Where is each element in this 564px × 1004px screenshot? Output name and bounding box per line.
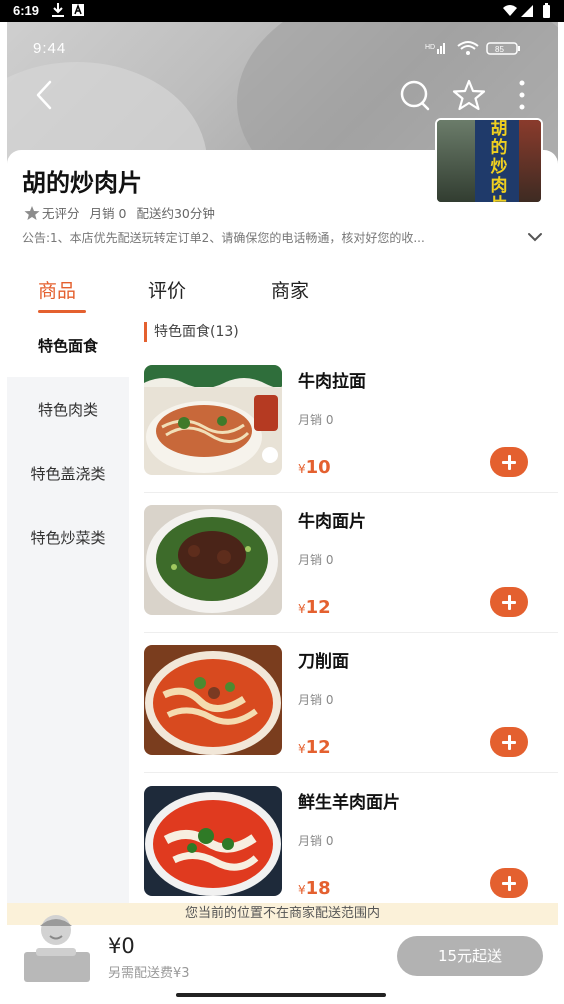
wifi-signal-battery-icons: [503, 3, 550, 18]
product-name: 牛肉面片: [298, 512, 366, 532]
tab-reviews[interactable]: 评价: [148, 276, 186, 303]
product-price: ¥18: [298, 878, 331, 899]
rating-star-icon: [24, 205, 40, 220]
delivery-fee: 另需配送费¥3: [108, 966, 190, 981]
category-sidebar: 特色面食 特色肉类 特色盖浇类 特色炒菜类: [7, 313, 129, 905]
product-price: ¥10: [298, 457, 331, 478]
download-icon: [52, 3, 64, 17]
shop-name: 胡的炒肉片: [22, 169, 142, 197]
product-sales: 月销 0: [298, 413, 334, 427]
product-sales: 月销 0: [298, 834, 334, 848]
shop-meta: 无评分 月销 0 配送约30分钟: [24, 203, 225, 222]
product-image-beef-noodle-soup: [144, 365, 282, 475]
category-item-meat[interactable]: 特色肉类: [7, 377, 129, 441]
product-item[interactable]: 刀削面 月销 0 ¥12: [144, 645, 558, 785]
product-sales: 月销 0: [298, 693, 334, 707]
shop-photo[interactable]: 胡 的 炒 肉 片: [435, 118, 543, 204]
category-item-noodles[interactable]: 特色面食: [7, 313, 129, 377]
system-time: 6:19: [13, 3, 40, 18]
product-item[interactable]: 牛肉拉面 月销 0 ¥10: [144, 365, 558, 505]
svg-text:85: 85: [495, 45, 504, 54]
product-price: ¥12: [298, 737, 331, 758]
product-name: 刀削面: [298, 652, 349, 672]
cart-total: ¥0: [108, 934, 135, 958]
section-title: 特色面食(13): [144, 322, 239, 342]
inner-status-icons: HD 85: [425, 41, 520, 55]
product-image-lamb-noodle-slices: [144, 786, 282, 896]
category-item-stir-fry[interactable]: 特色炒菜类: [7, 505, 129, 569]
shop-sign: 胡 的 炒 肉 片: [475, 120, 523, 202]
notification-a-icon: [72, 4, 84, 16]
tab-merchant[interactable]: 商家: [271, 276, 309, 303]
shop-notice[interactable]: 公告:1、本店优先配送玩转定订单2、请确保您的电话畅通，核对好您的收...: [22, 229, 520, 246]
home-indicator[interactable]: [176, 993, 386, 997]
cart-icon[interactable]: [20, 908, 104, 984]
add-to-cart-button[interactable]: [490, 727, 528, 757]
category-item-rice-bowls[interactable]: 特色盖浇类: [7, 441, 129, 505]
add-to-cart-button[interactable]: [490, 587, 528, 617]
favorite-star-button[interactable]: [452, 78, 486, 112]
product-image-knife-cut-noodles: [144, 645, 282, 755]
svg-text:HD: HD: [425, 44, 435, 51]
chevron-down-icon[interactable]: [526, 228, 544, 246]
chat-search-button[interactable]: [398, 78, 432, 112]
rating-text: 无评分: [42, 206, 80, 221]
back-button[interactable]: [30, 78, 64, 112]
product-sales: 月销 0: [298, 553, 334, 567]
screenshot-time: 9:44: [33, 40, 67, 57]
min-order-button[interactable]: 15元起送: [397, 936, 543, 976]
add-to-cart-button[interactable]: [490, 868, 528, 898]
product-price: ¥12: [298, 597, 331, 618]
product-name: 牛肉拉面: [298, 372, 366, 392]
shop-tabs: 商品 评价 商家: [0, 270, 564, 316]
system-status-bar: 6:19: [0, 0, 564, 22]
product-image-beef-noodle-slices: [144, 505, 282, 615]
add-to-cart-button[interactable]: [490, 447, 528, 477]
monthly-sales: 月销 0: [89, 206, 127, 221]
product-name: 鲜生羊肉面片: [298, 793, 400, 813]
delivery-time: 配送约30分钟: [136, 206, 215, 221]
more-menu-button[interactable]: [508, 78, 542, 112]
tab-goods[interactable]: 商品: [38, 276, 76, 303]
product-item[interactable]: 牛肉面片 月销 0 ¥12: [144, 505, 558, 645]
